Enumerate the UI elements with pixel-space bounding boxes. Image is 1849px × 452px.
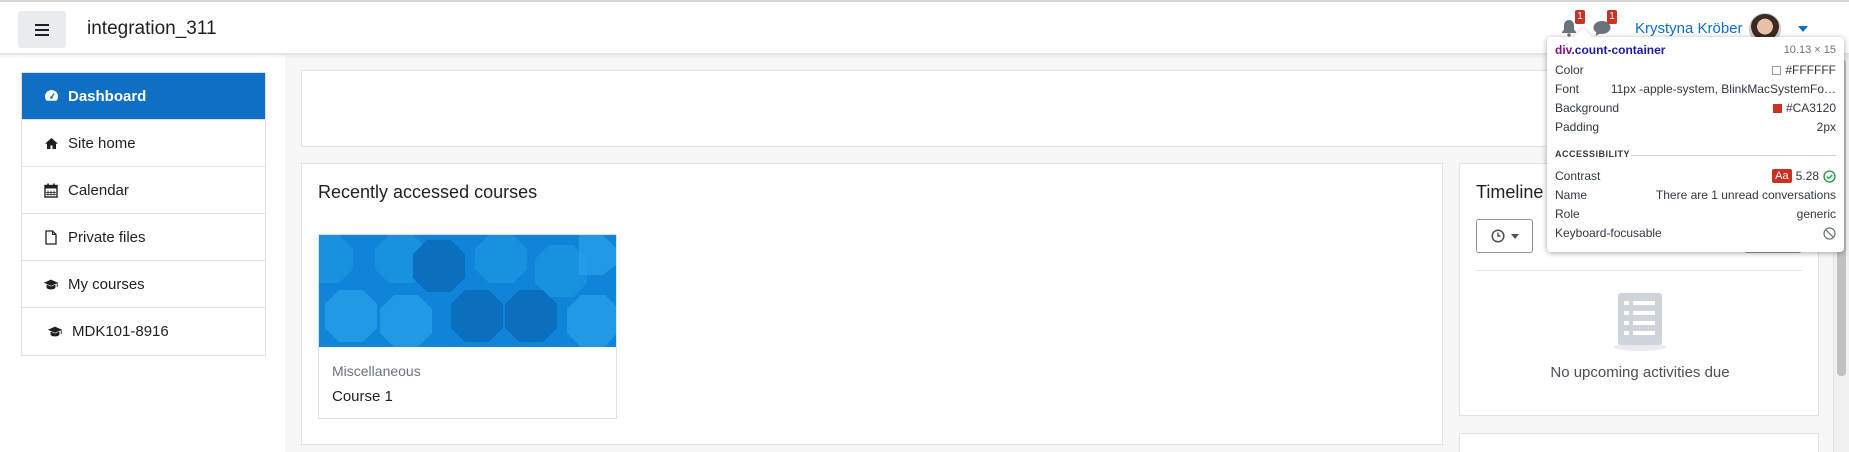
contrast-badge: Aa bbox=[1772, 169, 1792, 183]
graduation-cap-icon bbox=[43, 276, 59, 292]
tooltip-selector: div.count-container bbox=[1555, 43, 1666, 57]
nav-item-my-courses[interactable]: My courses bbox=[22, 261, 265, 308]
notification-count-badge: 1 bbox=[1575, 10, 1585, 24]
color-swatch bbox=[1772, 65, 1782, 75]
check-circle-icon bbox=[1823, 169, 1836, 183]
nav-item-label: Calendar bbox=[68, 181, 129, 199]
recently-accessed-courses-block: Recently accessed courses Miscellaneous … bbox=[301, 163, 1443, 445]
devtools-inspect-tooltip: div.count-container 10.13 × 15 Color #FF… bbox=[1547, 37, 1844, 252]
tooltip-size: 10.13 × 15 bbox=[1783, 44, 1836, 56]
empty-state-text: No upcoming activities due bbox=[1550, 364, 1730, 381]
nav-item-site-home[interactable]: Site home bbox=[22, 120, 265, 167]
tooltip-value: #FFFFFF bbox=[1785, 63, 1836, 77]
tooltip-label: Color bbox=[1555, 63, 1584, 77]
color-swatch bbox=[1772, 103, 1782, 113]
course-name-link[interactable]: Course 1 bbox=[332, 388, 393, 405]
nav-item-label: Dashboard bbox=[68, 87, 147, 105]
timeline-filter-button[interactable] bbox=[1476, 219, 1533, 253]
next-block bbox=[1459, 433, 1819, 452]
tooltip-label: Background bbox=[1555, 101, 1620, 115]
tooltip-section-title: ACCESSIBILITY bbox=[1555, 149, 1631, 159]
divider bbox=[1476, 270, 1802, 271]
nav-item-course-mdk101[interactable]: MDK101-8916 bbox=[22, 308, 265, 355]
tooltip-label: Padding bbox=[1555, 120, 1600, 134]
tooltip-label: Contrast bbox=[1555, 169, 1601, 183]
message-count-badge: 1 bbox=[1607, 10, 1617, 24]
nav-item-dashboard[interactable]: Dashboard bbox=[22, 73, 265, 120]
home-icon bbox=[43, 135, 59, 151]
tooltip-value: 2px bbox=[1816, 120, 1836, 134]
tooltip-value: There are 1 unread conversations bbox=[1655, 188, 1836, 202]
nav-list: Dashboard Site home Calendar Private fil… bbox=[21, 72, 266, 356]
empty-list-icon bbox=[1614, 293, 1666, 351]
clock-icon bbox=[1490, 229, 1505, 243]
tooltip-label: Name bbox=[1555, 188, 1588, 202]
course-image bbox=[319, 235, 616, 347]
nav-item-label: MDK101-8916 bbox=[72, 323, 169, 340]
course-category: Miscellaneous bbox=[332, 363, 421, 379]
tooltip-value: #CA3120 bbox=[1785, 101, 1836, 115]
site-title[interactable]: integration_311 bbox=[87, 18, 217, 40]
file-icon bbox=[43, 229, 59, 245]
nav-item-label: Site home bbox=[68, 134, 136, 152]
tooltip-label: Role bbox=[1555, 207, 1580, 221]
user-name[interactable]: Krystyna Kröber bbox=[1635, 20, 1743, 37]
block-title: Recently accessed courses bbox=[318, 182, 538, 202]
nav-item-label: My courses bbox=[68, 275, 145, 293]
tooltip-value: generic bbox=[1796, 207, 1836, 221]
blank-block bbox=[301, 70, 1561, 147]
tooltip-value: 5.28 bbox=[1795, 169, 1819, 183]
hamburger-icon bbox=[35, 23, 49, 36]
nav-item-calendar[interactable]: Calendar bbox=[22, 167, 265, 214]
block-title: Timeline bbox=[1476, 182, 1544, 202]
course-card[interactable]: Miscellaneous Course 1 bbox=[318, 234, 617, 419]
dashboard-icon bbox=[43, 88, 59, 104]
chevron-down-icon[interactable] bbox=[1798, 26, 1808, 32]
calendar-icon bbox=[43, 182, 59, 198]
divider bbox=[1631, 155, 1836, 156]
chevron-down-icon bbox=[1510, 233, 1519, 239]
tooltip-label: Keyboard-focusable bbox=[1555, 226, 1662, 240]
nav-item-label: Private files bbox=[68, 228, 146, 246]
nav-item-private-files[interactable]: Private files bbox=[22, 214, 265, 261]
tooltip-label: Font bbox=[1555, 82, 1580, 96]
not-focusable-icon bbox=[1823, 226, 1836, 240]
nav-drawer: Dashboard Site home Calendar Private fil… bbox=[0, 55, 285, 452]
drawer-toggle-button[interactable] bbox=[18, 11, 66, 48]
graduation-cap-icon bbox=[47, 324, 63, 340]
tooltip-value: 11px -apple-system, BlinkMacSystemFo… bbox=[1610, 82, 1836, 96]
